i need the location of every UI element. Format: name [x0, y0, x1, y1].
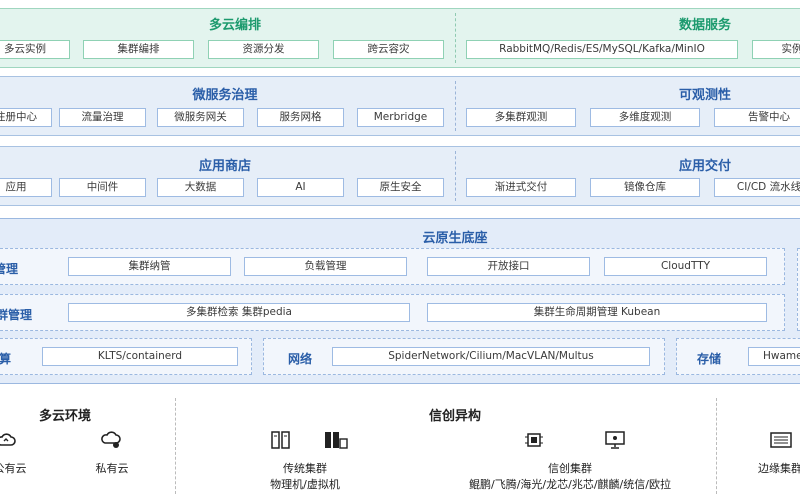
private-cloud-label: 私有云	[95, 462, 129, 475]
server-cluster-icon	[324, 431, 348, 453]
xinchuang-cluster-label: 信创集群	[548, 462, 592, 475]
chip-alert-center[interactable]: 告警中心	[714, 108, 800, 127]
chip-cross-cloud-dr[interactable]: 跨云容灾	[333, 40, 444, 59]
chip-service-mesh[interactable]: 服务网格	[257, 108, 344, 127]
cloud-icon	[0, 432, 16, 452]
chip-ai[interactable]: AI	[257, 178, 344, 197]
observability-title: 可观测性	[678, 88, 731, 103]
private-cloud-icon	[100, 431, 122, 453]
cloud-native-base-title: 云原生底座	[422, 231, 488, 246]
app-store-title: 应用商店	[198, 159, 251, 174]
bottom-divider-1	[175, 398, 176, 494]
chip-native-security[interactable]: 原生安全	[357, 178, 444, 197]
chip-multicloud-instance[interactable]: 多云实例	[0, 40, 70, 59]
chip-cicd-pipeline[interactable]: CI/CD 流水线	[714, 178, 800, 197]
chip-multicluster-observe[interactable]: 多集群观测	[466, 108, 576, 127]
chip-hwameistor[interactable]: HwameiStor	[748, 347, 800, 366]
chip-cluster-onboarding[interactable]: 集群纳管	[68, 257, 231, 276]
network-label: 网络	[288, 352, 313, 366]
traditional-cluster-sub: 物理机/虚拟机	[270, 478, 340, 491]
chip-cluster-orchestration[interactable]: 集群编排	[83, 40, 194, 59]
band-divider	[455, 13, 456, 63]
multicluster-management-label: 多集群管理	[0, 308, 33, 322]
chip-image-registry[interactable]: 镜像仓库	[590, 178, 700, 197]
chip-klts-containerd[interactable]: KLTS/containerd	[42, 347, 238, 366]
chip-icon	[524, 431, 544, 453]
app-delivery-title: 应用交付	[678, 159, 731, 174]
chip-data-services-list[interactable]: RabbitMQ/Redis/ES/MySQL/Kafka/MinIO	[466, 40, 738, 59]
chip-big-data[interactable]: 大数据	[157, 178, 244, 197]
bottom-divider-2	[716, 398, 717, 494]
chip-merbridge[interactable]: Merbridge	[357, 108, 444, 127]
traditional-cluster-label: 传统集群	[283, 462, 327, 475]
chip-resource-distribution[interactable]: 资源分发	[208, 40, 319, 59]
chip-spidernetwork[interactable]: SpiderNetwork/Cilium/MacVLAN/Multus	[332, 347, 650, 366]
microservice-governance-title: 微服务治理	[192, 88, 258, 103]
storage-label: 存储	[697, 352, 722, 366]
chip-progressive-delivery[interactable]: 渐进式交付	[466, 178, 576, 197]
chip-microservice-gateway[interactable]: 微服务网关	[157, 108, 244, 127]
chip-instance[interactable]: 实例	[752, 40, 800, 59]
chip-open-api[interactable]: 开放接口	[427, 257, 590, 276]
chip-middleware[interactable]: 中间件	[59, 178, 146, 197]
chip-kubean[interactable]: 集群生命周期管理 Kubean	[427, 303, 767, 322]
container-management-label: 容器管理	[0, 262, 19, 276]
xinchuang-cluster-sub: 鲲鹏/飞腾/海光/龙芯/兆芯/麒麟/统信/欧拉	[469, 478, 671, 491]
server-icon	[270, 431, 292, 453]
chip-traffic-governance[interactable]: 流量治理	[59, 108, 146, 127]
edge-device-icon	[770, 432, 792, 452]
edge-cluster-label: 边缘集群	[758, 462, 800, 475]
multicloud-env-title: 多云环境	[38, 409, 91, 424]
monitor-icon	[604, 431, 626, 453]
chip-clusterpedia[interactable]: 多集群检索 集群pedia	[68, 303, 410, 322]
chip-multidimension-observe[interactable]: 多维度观测	[590, 108, 700, 127]
public-cloud-label: 公有云	[0, 462, 27, 475]
compute-label: 计算	[0, 352, 12, 366]
chip-registry-center[interactable]: 注册中心	[0, 108, 52, 127]
multicloud-orchestration-title: 多云编排	[208, 18, 261, 33]
chip-workload-management[interactable]: 负载管理	[244, 257, 407, 276]
chip-application[interactable]: 应用	[0, 178, 52, 197]
data-services-title: 数据服务	[678, 18, 731, 33]
band-divider	[455, 81, 456, 131]
chip-cloudtty[interactable]: CloudTTY	[604, 257, 767, 276]
xinchuang-title: 信创异构	[428, 409, 481, 424]
band-divider	[455, 151, 456, 201]
